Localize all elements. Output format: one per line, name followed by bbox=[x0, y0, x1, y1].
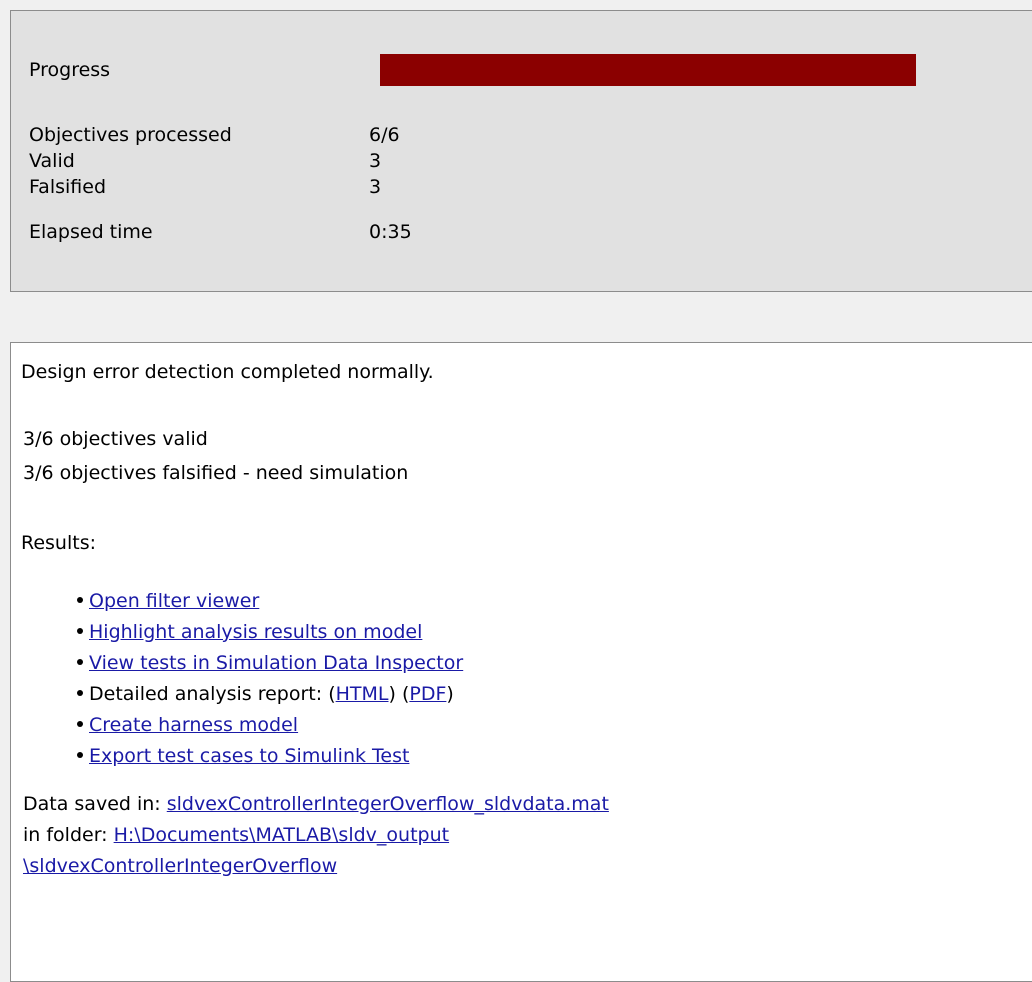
status-value: 3 bbox=[369, 150, 382, 172]
list-item: Highlight analysis results on model bbox=[77, 619, 422, 645]
report-html-link[interactable]: HTML bbox=[336, 683, 389, 705]
status-value: 0:35 bbox=[369, 221, 412, 243]
bullet-icon bbox=[77, 689, 83, 696]
completion-message: Design error detection completed normall… bbox=[21, 361, 434, 383]
open-filter-viewer-link[interactable]: Open filter viewer bbox=[89, 590, 259, 612]
status-label: Elapsed time bbox=[29, 221, 153, 243]
list-item: Export test cases to Simulink Test bbox=[77, 743, 409, 769]
report-prefix-text: Detailed analysis report: ( bbox=[89, 683, 336, 705]
status-value: 6/6 bbox=[369, 124, 400, 146]
data-saved-line: Data saved in: sldvexControllerIntegerOv… bbox=[23, 791, 609, 817]
status-label: Valid bbox=[29, 150, 75, 172]
progress-bar bbox=[380, 54, 916, 86]
progress-bar-fill bbox=[380, 54, 916, 86]
folder-label: in folder: bbox=[23, 824, 114, 846]
list-item: Detailed analysis report: (HTML) (PDF) bbox=[77, 681, 454, 707]
bullet-icon bbox=[77, 751, 83, 758]
falsified-summary: 3/6 objectives falsified - need simulati… bbox=[23, 462, 409, 484]
folder-line-continued: \sldvexControllerIntegerOverflow bbox=[23, 853, 337, 879]
status-label: Objectives processed bbox=[29, 124, 232, 146]
status-row-elapsed-time: Elapsed time 0:35 bbox=[29, 219, 412, 245]
valid-summary: 3/6 objectives valid bbox=[23, 428, 208, 450]
create-harness-link[interactable]: Create harness model bbox=[89, 714, 298, 736]
view-tests-sdi-link[interactable]: View tests in Simulation Data Inspector bbox=[89, 652, 463, 674]
folder-path-link-continued[interactable]: \sldvexControllerIntegerOverflow bbox=[23, 855, 337, 877]
progress-row: Progress bbox=[29, 57, 110, 83]
bullet-icon bbox=[77, 720, 83, 727]
report-suffix-text: ) bbox=[446, 683, 454, 705]
list-item: Open filter viewer bbox=[77, 588, 259, 614]
status-row-falsified: Falsified 3 bbox=[29, 174, 381, 200]
status-label: Falsified bbox=[29, 176, 107, 198]
status-value: 3 bbox=[369, 176, 382, 198]
results-panel: Design error detection completed normall… bbox=[10, 342, 1032, 982]
progress-label: Progress bbox=[29, 59, 111, 81]
status-row-valid: Valid 3 bbox=[29, 148, 381, 174]
report-mid-text: ) ( bbox=[388, 683, 410, 705]
list-item: View tests in Simulation Data Inspector bbox=[77, 650, 463, 676]
folder-path-link[interactable]: H:\Documents\MATLAB\sldv_output bbox=[114, 824, 449, 846]
export-tests-link[interactable]: Export test cases to Simulink Test bbox=[89, 745, 409, 767]
highlight-results-link[interactable]: Highlight analysis results on model bbox=[89, 621, 422, 643]
bullet-icon bbox=[77, 627, 83, 634]
status-row-objectives-processed: Objectives processed 6/6 bbox=[29, 122, 400, 148]
folder-line: in folder: H:\Documents\MATLAB\sldv_outp… bbox=[23, 822, 449, 848]
bullet-icon bbox=[77, 596, 83, 603]
analysis-status-panel: Progress Objectives processed 6/6 Valid … bbox=[10, 10, 1032, 292]
data-file-link[interactable]: sldvexControllerIntegerOverflow_sldvdata… bbox=[167, 793, 609, 815]
data-saved-label: Data saved in: bbox=[23, 793, 167, 815]
bullet-icon bbox=[77, 658, 83, 665]
report-pdf-link[interactable]: PDF bbox=[409, 683, 446, 705]
results-heading: Results: bbox=[21, 532, 97, 554]
list-item: Create harness model bbox=[77, 712, 298, 738]
